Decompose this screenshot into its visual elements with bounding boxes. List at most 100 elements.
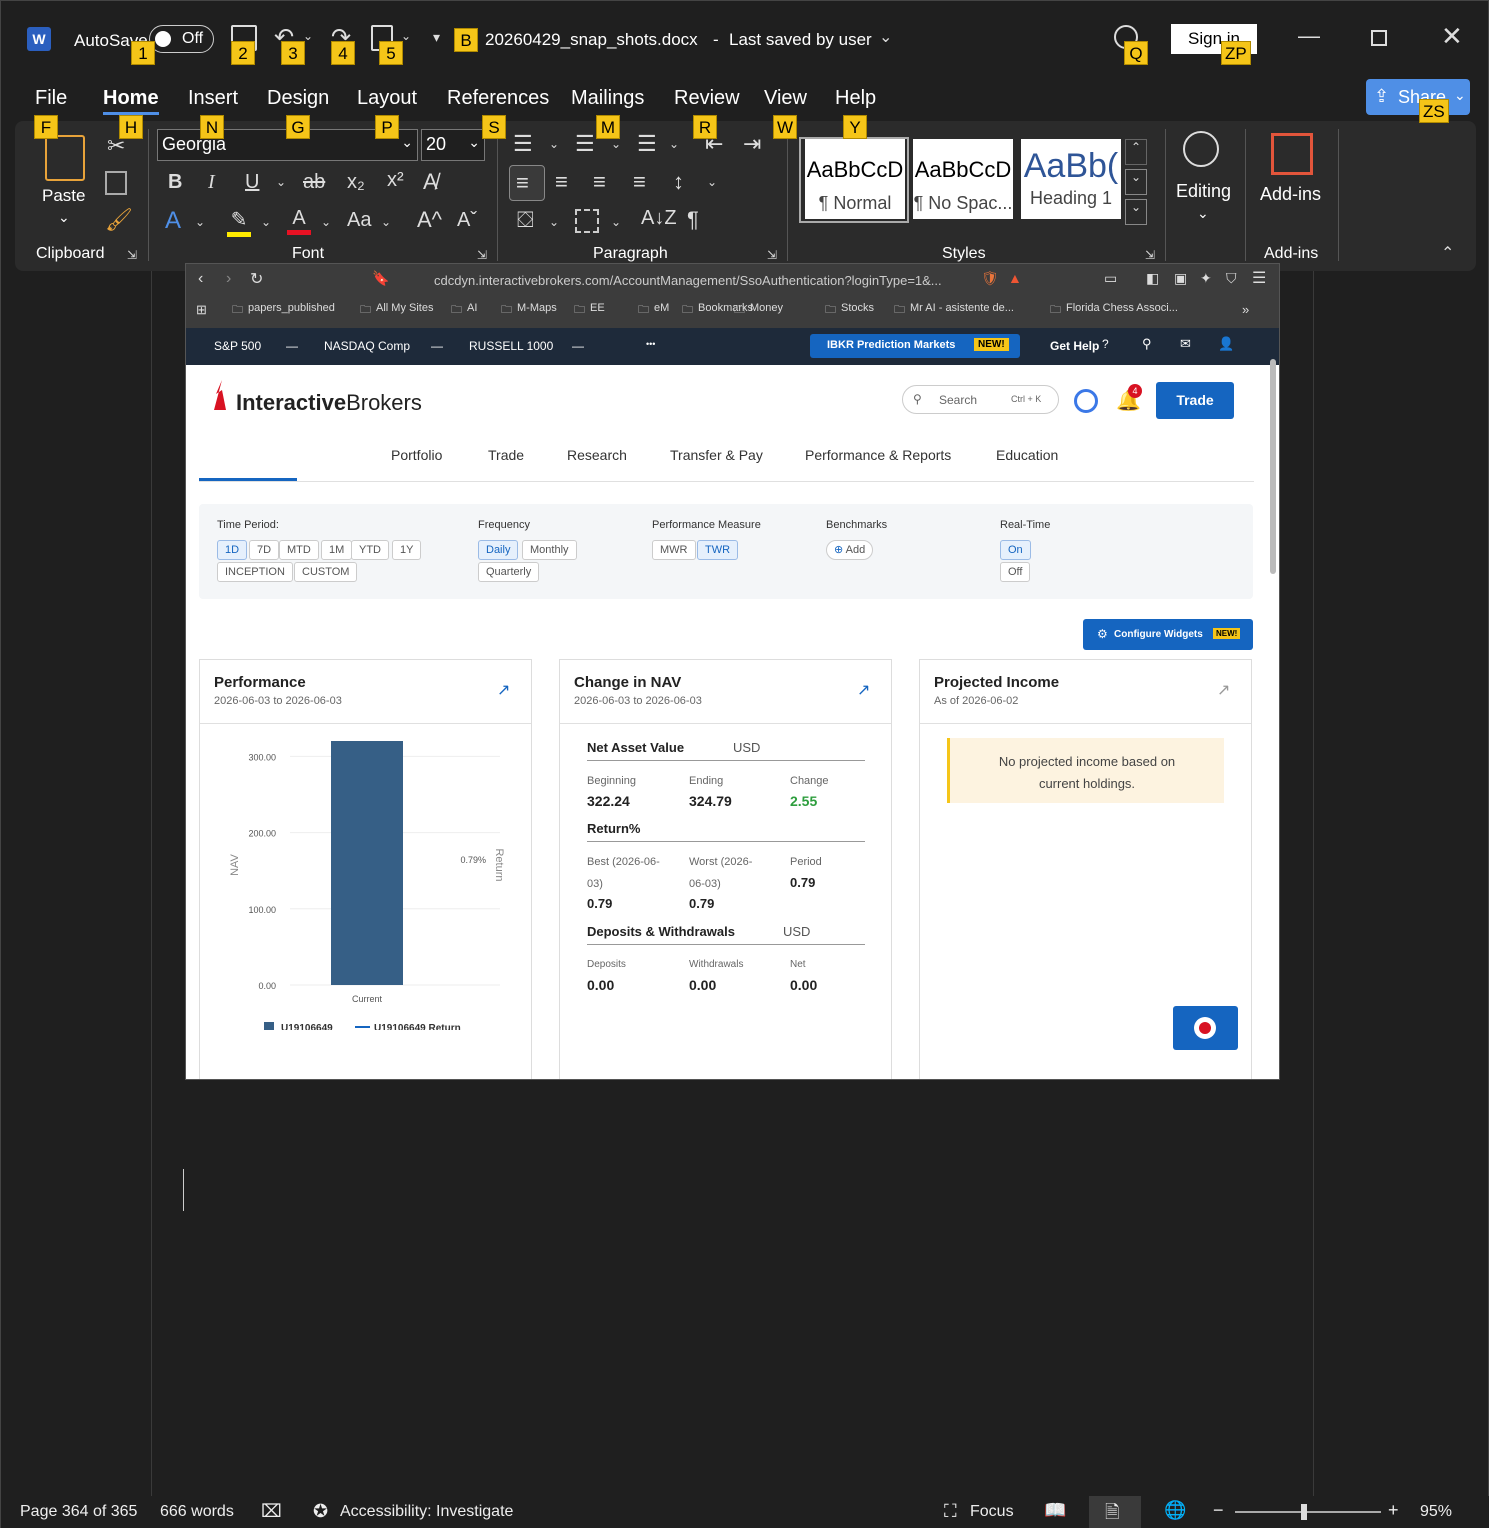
proofing-icon[interactable]: ⌧ (261, 1501, 282, 1522)
tab-file[interactable]: File (35, 87, 67, 110)
share-button[interactable]: ⇪ Share ⌄ (1366, 79, 1470, 115)
bookmark-icon[interactable]: 🔖 (372, 270, 389, 287)
bookmark-item[interactable]: EE (590, 302, 605, 314)
print-layout-button[interactable]: 🗎 (1089, 1496, 1141, 1528)
bookmark-item[interactable]: Stocks (841, 302, 874, 314)
freq-monthly[interactable]: Monthly (522, 540, 577, 560)
time-inception[interactable]: INCEPTION (217, 562, 293, 582)
highlight-chevron-icon[interactable]: ⌄ (261, 215, 271, 229)
change-case-icon[interactable]: Aa (347, 209, 371, 232)
tab-home[interactable]: Home (103, 87, 159, 110)
font-color-chevron-icon[interactable]: ⌄ (321, 215, 331, 229)
font-size-box[interactable]: 20 ⌄ (421, 129, 485, 161)
tab-review[interactable]: Review (674, 87, 740, 110)
styles-up-icon[interactable]: ⌃ (1125, 139, 1147, 165)
focus-button[interactable]: Focus (970, 1503, 1014, 1521)
bookmark-item[interactable]: eM (654, 302, 669, 314)
accessibility-icon[interactable]: ✪ (313, 1501, 328, 1522)
zoom-slider-thumb[interactable] (1301, 1504, 1307, 1520)
configure-widgets-button[interactable]: ⚙ Configure Widgets NEW! (1083, 619, 1253, 650)
page-count[interactable]: Page 364 of 365 (20, 1503, 137, 1521)
font-launcher-icon[interactable]: ⇲ (477, 248, 487, 262)
tab-design[interactable]: Design (267, 87, 329, 110)
font-color-icon[interactable]: A (287, 207, 311, 235)
expand-arrow-icon[interactable]: ↗ (1217, 680, 1230, 700)
read-mode-icon[interactable]: 📖 (1044, 1500, 1066, 1521)
zoom-level[interactable]: 95% (1420, 1503, 1452, 1521)
find-icon[interactable] (1183, 131, 1219, 167)
chevron-down-icon[interactable]: ⌄ (879, 27, 892, 47)
time-1m[interactable]: 1M (321, 540, 353, 560)
user-icon[interactable]: 👤 (1218, 336, 1234, 352)
time-1d[interactable]: 1D (217, 540, 248, 560)
show-marks-icon[interactable]: ¶ (687, 207, 699, 233)
case-chevron-icon[interactable]: ⌄ (381, 215, 391, 229)
clear-formatting-icon[interactable]: A̸ (423, 169, 438, 195)
more-bookmarks-icon[interactable]: » (1242, 302, 1249, 317)
tab-help[interactable]: Help (835, 87, 876, 110)
wallet-icon[interactable]: ▣ (1174, 270, 1187, 287)
line-spacing-icon[interactable]: ↕ (673, 169, 684, 195)
scrollbar[interactable] (1270, 359, 1276, 574)
italic-icon[interactable]: I (208, 171, 215, 194)
chat-button[interactable] (1173, 1006, 1238, 1050)
tab-layout[interactable]: Layout (357, 87, 417, 110)
increase-indent-icon[interactable]: ⇥ (743, 131, 761, 157)
style-heading-1[interactable]: AaBb(Heading 1 (1021, 139, 1121, 219)
realtime-on[interactable]: On (1000, 540, 1031, 560)
ticker-sp500[interactable]: S&P 500 (214, 339, 261, 353)
reload-icon[interactable]: ↻ (250, 269, 263, 289)
editing-chevron-icon[interactable]: ⌄ (1197, 205, 1209, 222)
sidebar-icon[interactable]: ◧ (1146, 270, 1159, 287)
borders-icon[interactable] (575, 209, 599, 233)
trade-button[interactable]: Trade (1156, 382, 1234, 419)
time-7d[interactable]: 7D (249, 540, 280, 560)
align-center-icon[interactable]: ≡ (555, 169, 568, 195)
align-right-icon[interactable]: ≡ (593, 169, 606, 195)
bookmark-item[interactable]: Mr AI - asistente de... (910, 302, 1014, 314)
addins-button[interactable]: Add-ins (1260, 184, 1321, 205)
zoom-slider[interactable] (1235, 1511, 1381, 1513)
web-layout-icon[interactable]: 🌐 (1164, 1500, 1186, 1521)
embedded-screenshot[interactable]: ‹ › ↻ 🔖 cdcdyn.interactivebrokers.com/Ac… (185, 263, 1280, 1080)
menu-icon[interactable]: ☰ (1252, 268, 1266, 288)
style-normal[interactable]: AaBbCcD ¶ Normal (805, 139, 905, 219)
styles-down-icon[interactable]: ⌄ (1125, 169, 1147, 195)
underline-icon[interactable]: U (245, 171, 259, 194)
measure-mwr[interactable]: MWR (652, 540, 696, 560)
minimize-icon[interactable]: — (1298, 23, 1320, 49)
collapse-ribbon-icon[interactable]: ⌃ (1441, 243, 1454, 263)
clipboard-launcher-icon[interactable]: ⇲ (127, 248, 137, 262)
style-no-spacing[interactable]: AaBbCcD ¶ No Spac... (913, 139, 1013, 219)
ticker-nasdaq[interactable]: NASDAQ Comp (324, 339, 410, 353)
vpn-icon[interactable]: ⛉ (1226, 270, 1237, 287)
forward-icon[interactable]: › (226, 270, 231, 288)
search-box[interactable]: ⚲ Search Ctrl + K (902, 385, 1059, 414)
superscript-icon[interactable]: x² (387, 169, 404, 192)
bookmark-item[interactable]: AI (467, 302, 477, 314)
underline-chevron-icon[interactable]: ⌄ (276, 175, 286, 189)
time-mtd[interactable]: MTD (279, 540, 319, 560)
tab-references[interactable]: References (447, 87, 549, 110)
apps-icon[interactable]: ⊞ (196, 302, 207, 318)
bookmark-item[interactable]: All My Sites (376, 302, 433, 314)
mail-icon[interactable]: ✉ (1180, 336, 1191, 352)
strikethrough-icon[interactable]: ab (303, 171, 325, 194)
tab-view[interactable]: View (764, 87, 807, 110)
grow-font-icon[interactable]: A^ (417, 207, 442, 233)
accessibility-status[interactable]: Accessibility: Investigate (340, 1503, 513, 1521)
subscript-icon[interactable]: x₂ (347, 171, 365, 194)
ticker-russell[interactable]: RUSSELL 1000 (469, 339, 553, 353)
nav-item[interactable]: Portfolio (391, 447, 442, 463)
freq-quarterly[interactable]: Quarterly (478, 562, 540, 582)
bullets-chevron-icon[interactable]: ⌄ (549, 137, 559, 151)
bullets-icon[interactable]: ☰ (513, 131, 533, 157)
back-icon[interactable]: ‹ (198, 270, 203, 288)
shading-icon[interactable]: ⛋ (517, 207, 534, 233)
paste-icon[interactable] (45, 135, 85, 181)
chat-search-icon[interactable]: ⚲ (1142, 336, 1152, 352)
bookmark-item[interactable]: papers_published (248, 302, 335, 314)
expand-arrow-icon[interactable]: ↗ (497, 680, 510, 700)
zoom-out-icon[interactable]: − (1213, 1500, 1224, 1521)
shading-chevron-icon[interactable]: ⌄ (549, 215, 559, 229)
